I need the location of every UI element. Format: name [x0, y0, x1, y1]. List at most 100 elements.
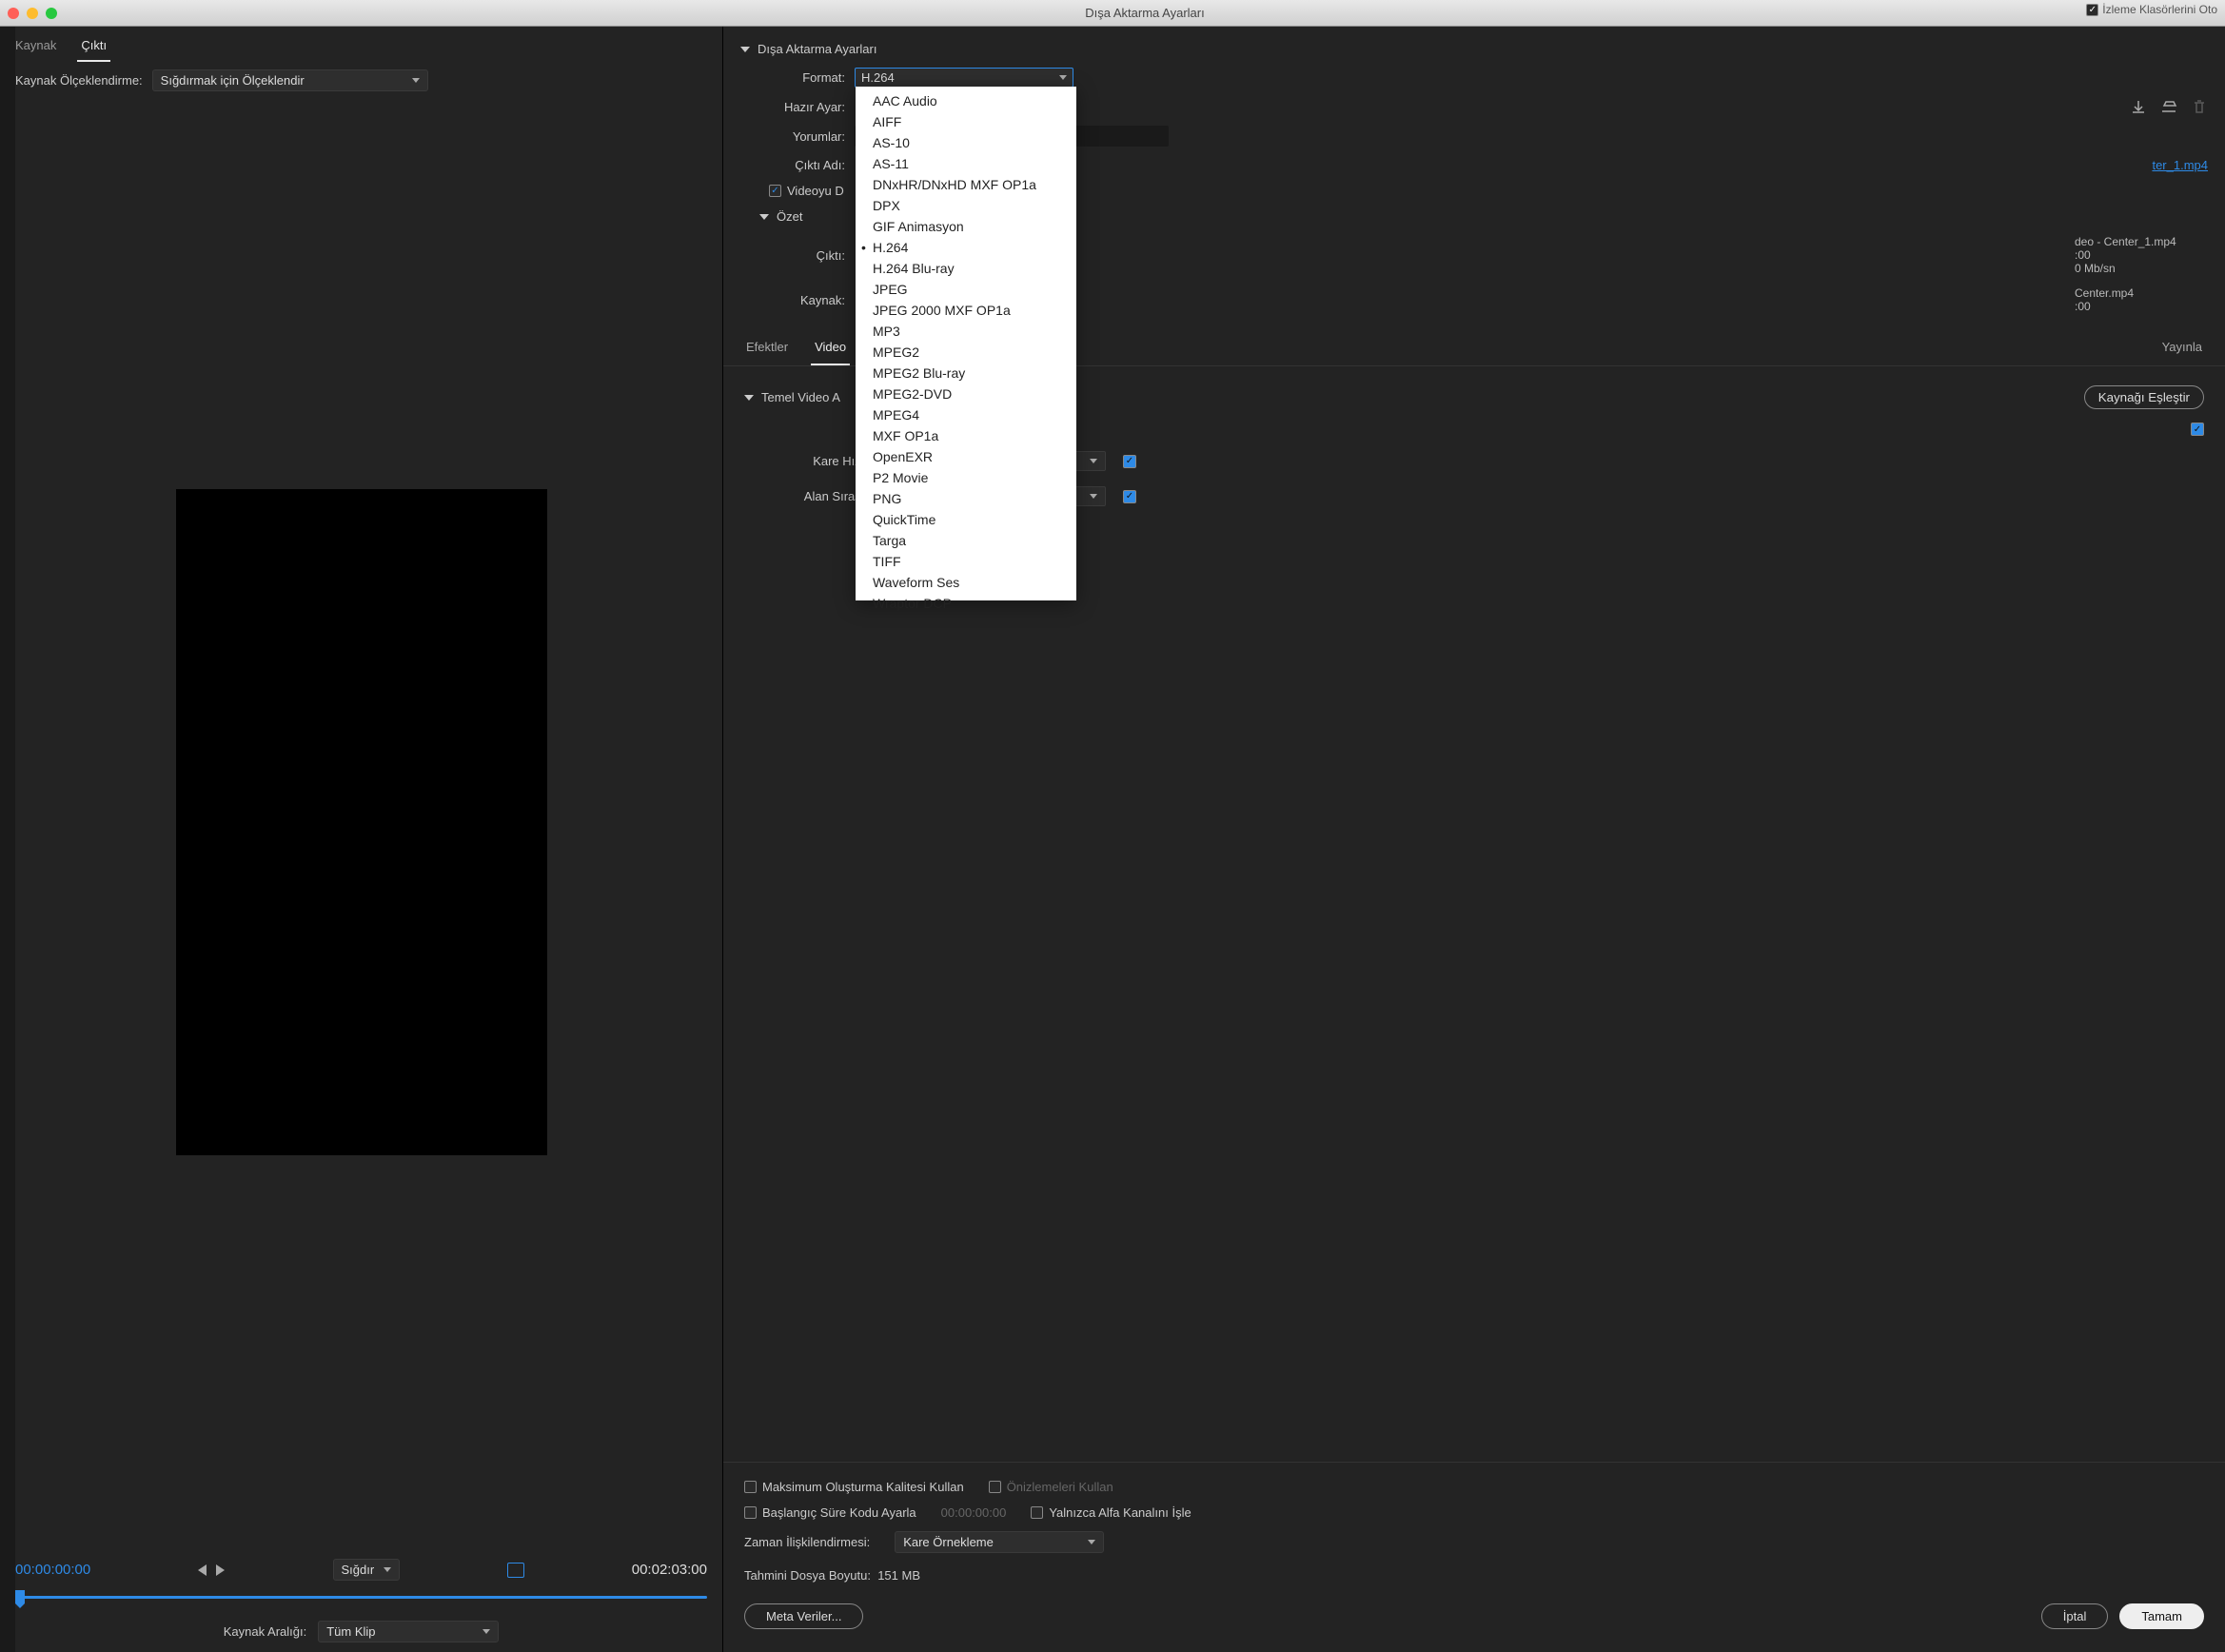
- chevron-down-icon: [482, 1629, 490, 1634]
- start-timecode-checkbox[interactable]: Başlangıç Süre Kodu Ayarla: [744, 1505, 916, 1520]
- match-source-button[interactable]: Kaynağı Eşleştir: [2084, 385, 2204, 409]
- ok-button[interactable]: Tamam: [2119, 1603, 2204, 1629]
- chevron-down-icon: [759, 214, 769, 220]
- preview-tabs: Kaynak Çıktı: [0, 27, 722, 62]
- estimate-label: Tahmini Dosya Boyutu:: [744, 1568, 871, 1583]
- format-option[interactable]: AAC Audio: [856, 90, 1076, 111]
- tab-publish[interactable]: Yayınla: [2158, 336, 2206, 365]
- range-select[interactable]: Tüm Klip: [318, 1621, 499, 1642]
- playhead[interactable]: [15, 1590, 25, 1603]
- framerate-label: Kare Hızı:: [744, 454, 868, 468]
- zoom-fit-select[interactable]: Sığdır: [333, 1559, 400, 1581]
- format-option[interactable]: Targa: [856, 530, 1076, 551]
- tab-video[interactable]: Video: [811, 336, 850, 365]
- chevron-down-icon: [1088, 1540, 1095, 1544]
- format-option[interactable]: MPEG2: [856, 342, 1076, 363]
- format-option[interactable]: GIF Animasyon: [856, 216, 1076, 237]
- range-label: Kaynak Aralığı:: [224, 1624, 306, 1639]
- comments-label: Yorumlar:: [759, 129, 845, 144]
- export-video-checkbox[interactable]: Videoyu D: [769, 184, 844, 198]
- format-option[interactable]: MXF OP1a: [856, 425, 1076, 446]
- chevron-down-icon: [384, 1567, 391, 1572]
- format-option[interactable]: PNG: [856, 488, 1076, 509]
- field-order-label: Alan Sırası:: [744, 489, 868, 503]
- preview-frame: [176, 489, 547, 1155]
- tab-source[interactable]: Kaynak: [11, 32, 60, 62]
- format-option[interactable]: MPEG2-DVD: [856, 384, 1076, 404]
- tab-output[interactable]: Çıktı: [77, 32, 110, 62]
- format-option[interactable]: AS-11: [856, 153, 1076, 174]
- chevron-down-icon: [1059, 75, 1067, 80]
- alpha-only-checkbox[interactable]: Yalnızca Alfa Kanalını İşle: [1031, 1505, 1191, 1520]
- export-settings-section[interactable]: Dışa Aktarma Ayarları: [740, 36, 2208, 62]
- titlebar: Dışa Aktarma Ayarları İzleme Klasörlerin…: [0, 0, 2225, 27]
- estimate-value: 151 MB: [877, 1568, 920, 1583]
- step-back-icon[interactable]: [198, 1564, 207, 1576]
- tab-effects[interactable]: Efektler: [742, 336, 792, 365]
- format-option[interactable]: MP3: [856, 321, 1076, 342]
- window-controls: [8, 8, 57, 19]
- format-option[interactable]: JPEG 2000 MXF OP1a: [856, 300, 1076, 321]
- trash-icon[interactable]: [2191, 99, 2208, 114]
- step-controls: [198, 1564, 225, 1576]
- format-option[interactable]: H.264: [856, 237, 1076, 258]
- format-option[interactable]: AS-10: [856, 132, 1076, 153]
- preset-label: Hazır Ayar:: [759, 100, 845, 114]
- save-preset-icon[interactable]: [2130, 99, 2147, 114]
- preview-pane: Kaynak Çıktı Kaynak Ölçeklendirme: Sığdı…: [0, 27, 723, 1652]
- max-quality-checkbox[interactable]: Maksimum Oluşturma Kalitesi Kullan: [744, 1480, 964, 1494]
- transport-bar: 00:00:00:00 Sığdır 00:02:03:00: [0, 1545, 722, 1611]
- output-name-label: Çıktı Adı:: [759, 158, 845, 172]
- minimize-icon[interactable]: [27, 8, 38, 19]
- timeline-slider[interactable]: [15, 1588, 707, 1605]
- format-option[interactable]: Waveform Ses: [856, 572, 1076, 593]
- format-option[interactable]: Wraptor DCP: [856, 593, 1076, 614]
- summary-output-label: Çıktı:: [759, 248, 845, 263]
- format-option[interactable]: DNxHR/DNxHD MXF OP1a: [856, 174, 1076, 195]
- start-timecode-value: 00:00:00:00: [941, 1505, 1007, 1520]
- output-name-link[interactable]: ter_1.mp4: [2152, 158, 2208, 172]
- cancel-button[interactable]: İptal: [2041, 1603, 2109, 1629]
- window-title: Dışa Aktarma Ayarları: [72, 6, 2217, 20]
- watch-folders-checkbox[interactable]: [2086, 4, 2098, 16]
- import-preset-icon[interactable]: [2160, 99, 2177, 114]
- chevron-down-icon: [744, 395, 754, 401]
- dialog-footer: Maksimum Oluşturma Kalitesi Kullan Önizl…: [723, 1462, 2225, 1652]
- video-preview: [0, 99, 722, 1545]
- link-checkbox[interactable]: [2191, 423, 2204, 436]
- left-dock-edge: [0, 27, 15, 1652]
- timecode-out: 00:02:03:00: [632, 1562, 707, 1578]
- format-option[interactable]: TIFF: [856, 551, 1076, 572]
- format-option[interactable]: JPEG: [856, 279, 1076, 300]
- settings-pane: Dışa Aktarma Ayarları Format: H.264 AAC …: [723, 27, 2225, 1652]
- metadata-button[interactable]: Meta Veriler...: [744, 1603, 863, 1629]
- chevron-down-icon: [1090, 459, 1097, 463]
- time-interp-select[interactable]: Kare Örnekleme: [895, 1531, 1104, 1553]
- chevron-down-icon: [1090, 494, 1097, 499]
- link-checkbox[interactable]: [1123, 490, 1136, 503]
- summary-source-label: Kaynak:: [759, 293, 845, 307]
- chevron-down-icon: [412, 78, 420, 83]
- format-option[interactable]: MPEG2 Blu-ray: [856, 363, 1076, 384]
- bg-watch-folders: İzleme Klasörlerini Oto: [2086, 3, 2217, 16]
- crop-icon[interactable]: [507, 1563, 524, 1578]
- time-interp-label: Zaman İlişkilendirmesi:: [744, 1535, 870, 1549]
- format-option[interactable]: MPEG4: [856, 404, 1076, 425]
- close-icon[interactable]: [8, 8, 19, 19]
- timecode-in[interactable]: 00:00:00:00: [15, 1562, 90, 1578]
- format-option[interactable]: OpenEXR: [856, 446, 1076, 467]
- format-option[interactable]: AIFF: [856, 111, 1076, 132]
- format-option[interactable]: H.264 Blu-ray: [856, 258, 1076, 279]
- format-option[interactable]: QuickTime: [856, 509, 1076, 530]
- format-option[interactable]: P2 Movie: [856, 467, 1076, 488]
- scaling-select[interactable]: Sığdırmak için Ölçeklendir: [152, 69, 428, 91]
- chevron-down-icon: [740, 47, 750, 52]
- scaling-label: Kaynak Ölçeklendirme:: [15, 73, 143, 88]
- format-select[interactable]: H.264 AAC AudioAIFFAS-10AS-11DNxHR/DNxHD…: [855, 68, 1073, 88]
- format-option[interactable]: DPX: [856, 195, 1076, 216]
- zoom-icon[interactable]: [46, 8, 57, 19]
- link-checkbox[interactable]: [1123, 455, 1136, 468]
- format-dropdown: AAC AudioAIFFAS-10AS-11DNxHR/DNxHD MXF O…: [856, 87, 1076, 600]
- format-label: Format:: [759, 70, 845, 85]
- step-forward-icon[interactable]: [216, 1564, 225, 1576]
